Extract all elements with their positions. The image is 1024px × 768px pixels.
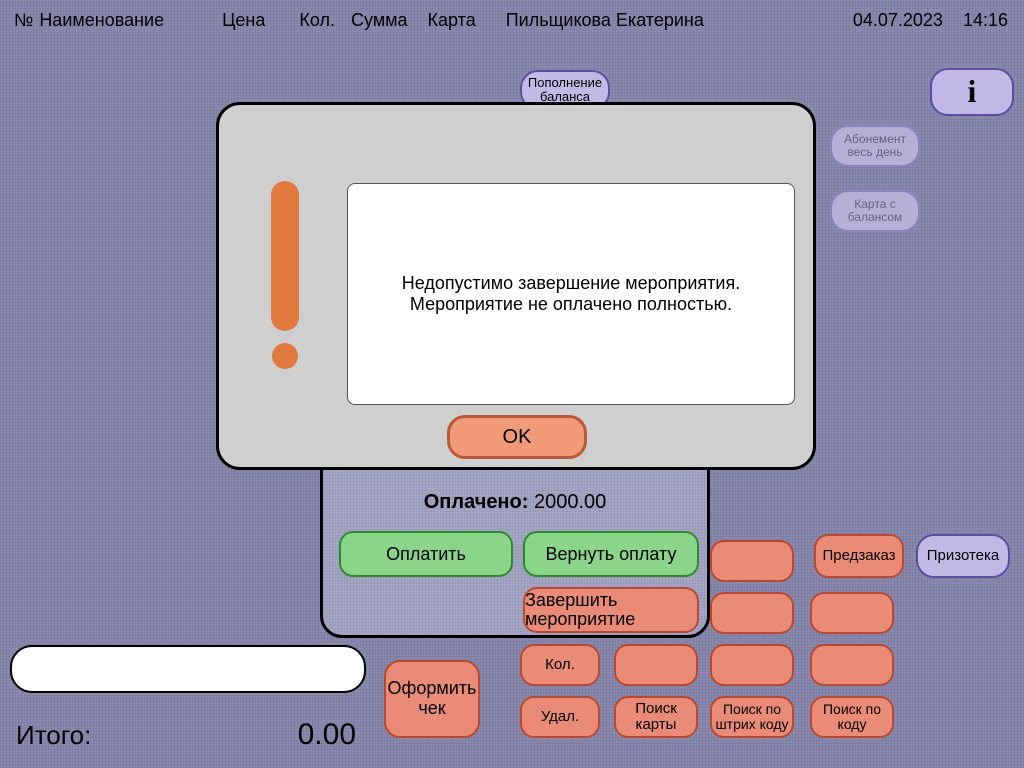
totals-label: Итого: <box>16 720 91 751</box>
totals-value: 0.00 <box>298 718 356 752</box>
date: 04.07.2023 <box>853 10 943 31</box>
blank-button[interactable] <box>710 540 794 582</box>
time: 14:16 <box>963 10 1008 31</box>
col-qty: Кол. <box>299 10 335 31</box>
blank-button[interactable] <box>710 592 794 634</box>
finish-event-button[interactable]: Завершить мероприятие <box>523 587 699 633</box>
column-headers: № Наименование Цена Кол. Сумма Карта Пил… <box>0 0 1024 40</box>
alert-ok-button[interactable]: OK <box>447 415 587 459</box>
barcode-search-button[interactable]: Поиск по штрих коду <box>710 696 794 738</box>
abonement-day-button[interactable]: Абонемент весь день <box>830 125 920 167</box>
card-search-button[interactable]: Поиск карты <box>614 696 698 738</box>
receipt-empty-pill <box>10 645 366 693</box>
blank-button[interactable] <box>810 592 894 634</box>
col-name: Наименование <box>39 10 164 31</box>
card-balance-button[interactable]: Карта с балансом <box>830 190 920 232</box>
col-card: Карта <box>428 10 476 31</box>
paid-value: 2000.00 <box>534 491 606 513</box>
qty-button[interactable]: Кол. <box>520 644 600 686</box>
prizoteka-button[interactable]: Призотека <box>916 534 1010 578</box>
alert-message: Недопустимо завершение мероприятия. Меро… <box>347 183 795 405</box>
delete-button[interactable]: Удал. <box>520 696 600 738</box>
info-button[interactable]: i <box>930 68 1014 116</box>
blank-button[interactable] <box>710 644 794 686</box>
paid-label: Оплачено: <box>424 491 529 513</box>
code-search-button[interactable]: Поиск по коду <box>810 696 894 738</box>
cashier-name: Пильщикова Екатерина <box>506 10 704 31</box>
checkout-button[interactable]: Оформить чек <box>384 660 480 738</box>
blank-button[interactable] <box>810 644 894 686</box>
col-number: № <box>14 10 33 31</box>
refund-button[interactable]: Вернуть оплату <box>523 531 699 577</box>
totals-row: Итого: 0.00 <box>16 718 356 752</box>
exclamation-icon <box>263 181 307 369</box>
blank-button[interactable] <box>614 644 698 686</box>
col-sum: Сумма <box>351 10 408 31</box>
paid-row: Оплачено: 2000.00 <box>323 491 707 514</box>
preorder-button[interactable]: Предзаказ <box>814 534 904 578</box>
pay-button[interactable]: Оплатить <box>339 531 513 577</box>
alert-dialog: Недопустимо завершение мероприятия. Меро… <box>216 102 816 470</box>
col-price: Цена <box>222 10 265 31</box>
